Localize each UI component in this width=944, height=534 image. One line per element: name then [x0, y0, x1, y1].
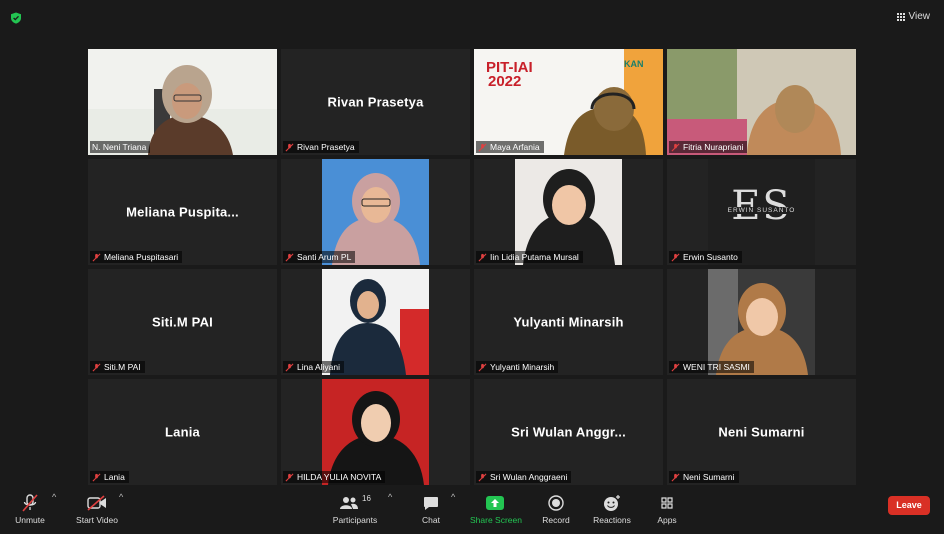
share-screen-icon: [486, 496, 504, 510]
participant-tile[interactable]: Fitria Nurapriani: [667, 49, 856, 155]
participant-tile[interactable]: N. Neni Triana: [88, 49, 277, 155]
participants-button[interactable]: 16 Participants: [332, 494, 378, 525]
muted-mic-icon: [285, 363, 294, 371]
muted-mic-icon: [478, 473, 487, 481]
muted-mic-icon: [671, 143, 680, 151]
muted-mic-icon: [671, 363, 680, 371]
logo-subtitle: ERWIN SUSANTO: [708, 207, 815, 214]
participant-name-label: WENI TRI SASMI: [669, 361, 754, 373]
participant-tile[interactable]: Lania Lania: [88, 379, 277, 485]
muted-mic-icon: [478, 253, 487, 261]
participant-name-label: Sri Wulan Anggraeni: [476, 471, 572, 483]
participant-name-label: Maya Arfania: [476, 141, 544, 153]
participant-tile[interactable]: Iin Lidia Putama Mursal: [474, 159, 663, 265]
participant-name-label: Yulyanti Minarsih: [476, 361, 559, 373]
participant-tile[interactable]: Neni Sumarni Neni Sumarni: [667, 379, 856, 485]
participant-name-label: Lina Aliyani: [283, 361, 345, 373]
chat-options-caret-icon[interactable]: ^: [451, 492, 455, 502]
participant-video: [322, 159, 429, 265]
participant-tile[interactable]: PIT-IAI 2022 KAN Maya Arfania: [474, 49, 663, 155]
participant-name-label: Erwin Susanto: [669, 251, 742, 263]
reactions-smiley-icon: [604, 495, 620, 511]
participant-name-label: Neni Sumarni: [669, 471, 739, 483]
participant-video: [88, 49, 277, 155]
participant-video: [708, 269, 815, 375]
muted-mic-icon: [671, 473, 680, 481]
participant-tile[interactable]: ES ERWIN SUSANTO Erwin Susanto: [667, 159, 856, 265]
participant-tile[interactable]: Rivan Prasetya Rivan Prasetya: [281, 49, 470, 155]
muted-mic-icon: [478, 143, 487, 151]
muted-mic-icon: [285, 473, 294, 481]
participant-display-name: Siti.M PAI: [152, 314, 213, 330]
reactions-button[interactable]: Reactions: [590, 494, 634, 525]
participant-name-label: N. Neni Triana: [90, 141, 151, 153]
chat-button[interactable]: Chat: [414, 494, 448, 525]
meeting-toolbar: Unmute ^ Start Video ^ 16 Participants ^…: [2, 488, 940, 532]
participant-tile[interactable]: HILDA YULIA NOVITA: [281, 379, 470, 485]
apps-button[interactable]: Apps: [652, 494, 682, 525]
participants-icon: [340, 497, 359, 509]
participant-display-name: Meliana Puspita...: [126, 204, 239, 220]
muted-mic-icon: [285, 253, 294, 261]
participant-tile[interactable]: Lina Aliyani: [281, 269, 470, 375]
muted-mic-icon: [285, 143, 294, 151]
participant-tile[interactable]: Sri Wulan Anggr... Sri Wulan Anggraeni: [474, 379, 663, 485]
participants-count: 16: [362, 494, 371, 503]
participant-tile[interactable]: Santi Arum PL: [281, 159, 470, 265]
record-button[interactable]: Record: [538, 494, 574, 525]
share-screen-button[interactable]: Share Screen: [470, 494, 522, 525]
participant-tile[interactable]: Yulyanti Minarsih Yulyanti Minarsih: [474, 269, 663, 375]
participant-display-name: Sri Wulan Anggr...: [511, 424, 626, 440]
participant-video: [515, 159, 622, 265]
participant-video: [322, 379, 429, 485]
leave-button[interactable]: Leave: [888, 496, 930, 515]
video-off-icon: [87, 495, 106, 511]
slide-brand: KAN: [624, 59, 644, 69]
slide-year: 2022: [488, 73, 522, 90]
muted-microphone-icon: [22, 494, 38, 512]
start-video-button[interactable]: Start Video: [74, 494, 120, 525]
participant-tile[interactable]: Meliana Puspita... Meliana Puspitasari: [88, 159, 277, 265]
record-icon: [548, 495, 564, 511]
view-button[interactable]: View: [896, 11, 931, 22]
participant-name-label: Siti.M PAI: [90, 361, 145, 373]
muted-mic-icon: [92, 473, 101, 481]
participant-display-name: Yulyanti Minarsih: [513, 314, 624, 330]
participant-name-label: Santi Arum PL: [283, 251, 356, 263]
participant-tile[interactable]: Siti.M PAI Siti.M PAI: [88, 269, 277, 375]
participant-video: [322, 269, 429, 375]
participants-options-caret-icon[interactable]: ^: [388, 492, 392, 502]
unmute-button[interactable]: Unmute: [12, 494, 48, 525]
participant-display-name: Neni Sumarni: [718, 424, 805, 440]
participant-name-label: Rivan Prasetya: [283, 141, 359, 153]
video-options-caret-icon[interactable]: ^: [119, 492, 123, 502]
audio-options-caret-icon[interactable]: ^: [52, 492, 56, 502]
view-label: View: [908, 11, 931, 22]
participant-display-name: Rivan Prasetya: [327, 94, 424, 110]
muted-mic-icon: [671, 253, 680, 261]
participant-name-label: Fitria Nurapriani: [669, 141, 748, 153]
participant-video: [667, 49, 856, 155]
participant-name-label: Iin Lidia Putama Mursal: [476, 251, 583, 263]
meeting-window: View N. Neni Triana Rivan Prasetya Rivan…: [2, 2, 940, 532]
grid-view-icon: [896, 12, 905, 21]
chat-icon: [424, 496, 438, 510]
participant-name-label: HILDA YULIA NOVITA: [283, 471, 386, 483]
gallery-view: N. Neni Triana Rivan Prasetya Rivan Pras…: [88, 49, 856, 487]
muted-mic-icon: [478, 363, 487, 371]
participant-name-label: Meliana Puspitasari: [90, 251, 183, 263]
logo-letters: ES: [731, 183, 792, 229]
encryption-shield-icon[interactable]: [10, 12, 22, 24]
muted-mic-icon: [92, 253, 101, 261]
participant-tile[interactable]: WENI TRI SASMI: [667, 269, 856, 375]
muted-mic-icon: [92, 363, 101, 371]
participant-name-label: Lania: [90, 471, 129, 483]
apps-icon: [661, 497, 673, 509]
participant-display-name: Lania: [165, 424, 200, 440]
